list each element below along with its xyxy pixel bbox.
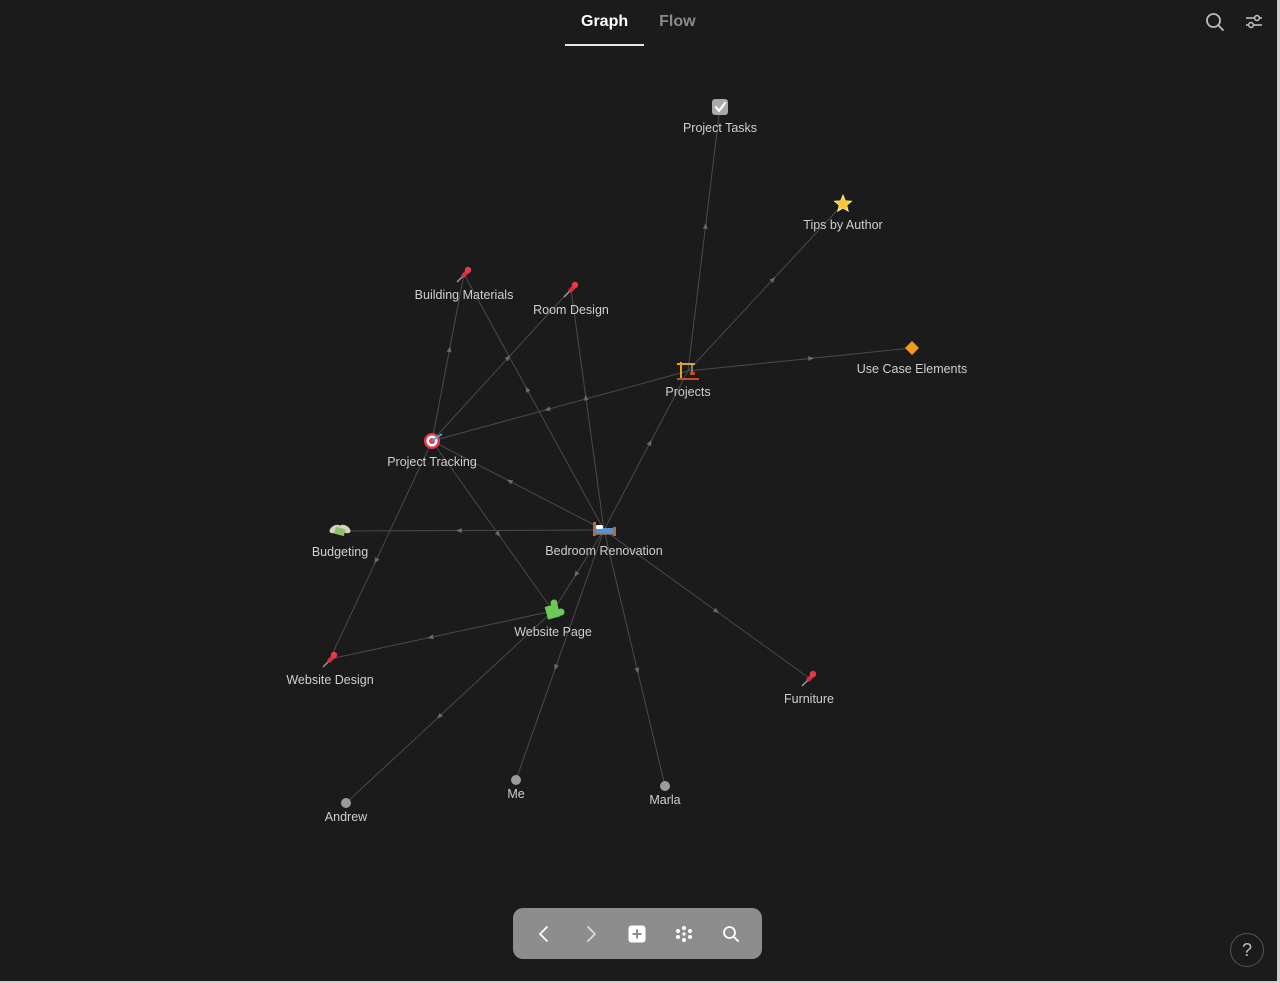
dot-icon (660, 781, 670, 791)
graph-node-website-design[interactable]: Website Design (286, 651, 374, 687)
graph-node-label: Budgeting (312, 545, 368, 559)
graph-node-label: Project Tracking (387, 455, 477, 469)
help-button[interactable]: ? (1230, 933, 1264, 967)
checkbox-icon (712, 99, 728, 115)
graph-node-use-case-elements[interactable]: Use Case Elements (857, 341, 967, 376)
graph-edge (339, 528, 605, 533)
graph-node-label: Furniture (784, 692, 834, 706)
app-window: Graph Flow Project Tasks Tips by Author Bu… (0, 0, 1280, 983)
graph-node-project-tasks[interactable]: Project Tasks (683, 99, 757, 135)
pushpin-icon (801, 670, 817, 687)
graph-node-label: Andrew (325, 810, 368, 824)
graph-edge (570, 288, 605, 531)
graph-node-label: Room Design (533, 303, 609, 317)
graph-node-tips-by-author[interactable]: Tips by Author (803, 193, 883, 232)
search-icon[interactable] (716, 919, 746, 949)
graph-node-room-design[interactable]: Room Design (533, 281, 609, 317)
graph-edge (687, 106, 721, 372)
target-icon (424, 433, 443, 449)
graph-node-label: Website Page (514, 625, 592, 639)
star-icon (833, 193, 853, 213)
graph-node-me[interactable]: Me (507, 775, 525, 801)
graph-node-label: Use Case Elements (857, 362, 967, 376)
graph-node-andrew[interactable]: Andrew (325, 798, 368, 824)
graph-node-label: Project Tasks (683, 121, 757, 135)
graph-edge (515, 529, 605, 781)
dot-icon (341, 798, 351, 808)
graph-dots-icon[interactable] (669, 919, 699, 949)
graph-node-label: Projects (665, 385, 710, 399)
graph-node-project-tracking[interactable]: Project Tracking (387, 433, 477, 469)
puzzle-icon (544, 599, 565, 620)
pushpin-icon (563, 281, 579, 298)
graph-node-marla[interactable]: Marla (649, 781, 681, 807)
pushpin-icon (456, 266, 472, 283)
money-wings-icon (329, 524, 351, 537)
bottom-toolbar (513, 908, 762, 959)
graph-node-label: Bedroom Renovation (545, 544, 662, 558)
graph-node-label: Tips by Author (803, 218, 882, 232)
pushpin-icon (322, 651, 338, 668)
graph-node-label: Me (507, 787, 524, 801)
forward-icon[interactable] (576, 919, 606, 949)
back-icon[interactable] (529, 919, 559, 949)
dot-icon (511, 775, 521, 785)
graph-edge (552, 529, 605, 612)
graph-node-budgeting[interactable]: Budgeting (312, 523, 368, 559)
add-icon[interactable] (622, 919, 652, 949)
bed-icon (593, 522, 616, 536)
graph-node-label: Marla (649, 793, 680, 807)
graph-node-label: Building Materials (415, 288, 514, 302)
graph-node-building-materials[interactable]: Building Materials (415, 266, 514, 302)
graph-node-website-page[interactable]: Website Page (514, 599, 592, 640)
graph-canvas[interactable]: Project Tasks Tips by Author Building Mate… (0, 0, 1280, 983)
graph-edge (345, 610, 554, 804)
graph-node-label: Website Design (286, 673, 373, 687)
graph-edge (431, 370, 689, 442)
diamond-icon (905, 341, 919, 355)
graph-edge (603, 529, 666, 787)
graph-nodes: Project Tasks Tips by Author Building Mate… (286, 99, 967, 824)
graph-node-furniture[interactable]: Furniture (784, 670, 834, 706)
